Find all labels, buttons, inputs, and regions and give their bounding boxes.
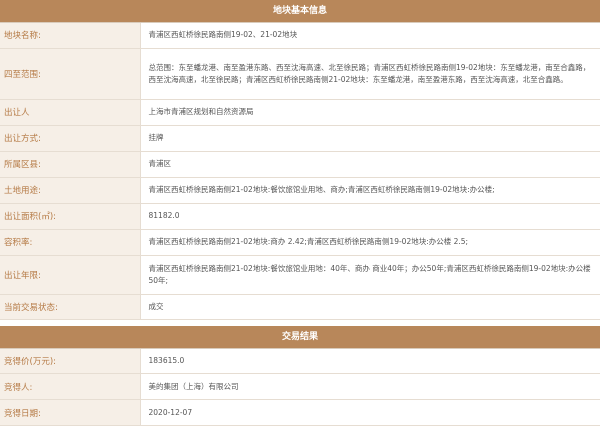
row-winning-price: 竞得价(万元): 183615.0 [0, 349, 600, 374]
label-district: 所属区县: [0, 151, 140, 177]
row-winning-date: 竞得日期: 2020-12-07 [0, 400, 600, 426]
value-boundaries: 总范围：东至蟠龙港、南至盈港东路、西至沈海高速、北至徐民路；青浦区西虹桥徐民路南… [140, 48, 600, 99]
row-winner: 竞得人: 美的集团（上海）有限公司 [0, 374, 600, 400]
transaction-result-table: 竞得价(万元): 183615.0 竞得人: 美的集团（上海）有限公司 竞得日期… [0, 349, 600, 426]
row-transfer-method: 出让方式: 挂牌 [0, 125, 600, 151]
value-area: 81182.0 [140, 203, 600, 229]
row-status: 当前交易状态: 成交 [0, 294, 600, 319]
value-winner: 美的集团（上海）有限公司 [140, 374, 600, 400]
row-land-use: 土地用途: 青浦区西虹桥徐民路南侧21-02地块:餐饮旅馆业用地、商办;青浦区西… [0, 177, 600, 203]
section-header-transaction-result: 交易结果 [0, 326, 600, 349]
row-parcel-name: 地块名称: 青浦区西虹桥徐民路南侧19-02、21-02地块 [0, 23, 600, 48]
value-transferor: 上海市青浦区规划和自然资源局 [140, 99, 600, 125]
row-plot-ratio: 容积率: 青浦区西虹桥徐民路南侧21-02地块:商办 2.42;青浦区西虹桥徐民… [0, 229, 600, 255]
value-district: 青浦区 [140, 151, 600, 177]
label-winning-date: 竞得日期: [0, 400, 140, 426]
value-transfer-method: 挂牌 [140, 125, 600, 151]
label-parcel-name: 地块名称: [0, 23, 140, 48]
value-winning-date: 2020-12-07 [140, 400, 600, 426]
label-status: 当前交易状态: [0, 294, 140, 319]
land-info-panel: 地块基本信息 地块名称: 青浦区西虹桥徐民路南侧19-02、21-02地块 四至… [0, 0, 600, 426]
label-winner: 竞得人: [0, 374, 140, 400]
value-plot-ratio: 青浦区西虹桥徐民路南侧21-02地块:商办 2.42;青浦区西虹桥徐民路南侧19… [140, 229, 600, 255]
value-term: 青浦区西虹桥徐民路南侧21-02地块:餐饮旅馆业用地：40年、商办 商业40年；… [140, 255, 600, 294]
value-status: 成交 [140, 294, 600, 319]
label-area: 出让面积(㎡): [0, 203, 140, 229]
value-winning-price: 183615.0 [140, 349, 600, 374]
label-land-use: 土地用途: [0, 177, 140, 203]
row-district: 所属区县: 青浦区 [0, 151, 600, 177]
row-boundaries: 四至范围: 总范围：东至蟠龙港、南至盈港东路、西至沈海高速、北至徐民路；青浦区西… [0, 48, 600, 99]
section-header-basic-info: 地块基本信息 [0, 0, 600, 23]
label-winning-price: 竞得价(万元): [0, 349, 140, 374]
label-transfer-method: 出让方式: [0, 125, 140, 151]
label-boundaries: 四至范围: [0, 48, 140, 99]
label-plot-ratio: 容积率: [0, 229, 140, 255]
label-term: 出让年限: [0, 255, 140, 294]
row-term: 出让年限: 青浦区西虹桥徐民路南侧21-02地块:餐饮旅馆业用地：40年、商办 … [0, 255, 600, 294]
basic-info-table: 地块名称: 青浦区西虹桥徐民路南侧19-02、21-02地块 四至范围: 总范围… [0, 23, 600, 320]
value-parcel-name: 青浦区西虹桥徐民路南侧19-02、21-02地块 [140, 23, 600, 48]
value-land-use: 青浦区西虹桥徐民路南侧21-02地块:餐饮旅馆业用地、商办;青浦区西虹桥徐民路南… [140, 177, 600, 203]
row-area: 出让面积(㎡): 81182.0 [0, 203, 600, 229]
row-transferor: 出让人 上海市青浦区规划和自然资源局 [0, 99, 600, 125]
label-transferor: 出让人 [0, 99, 140, 125]
